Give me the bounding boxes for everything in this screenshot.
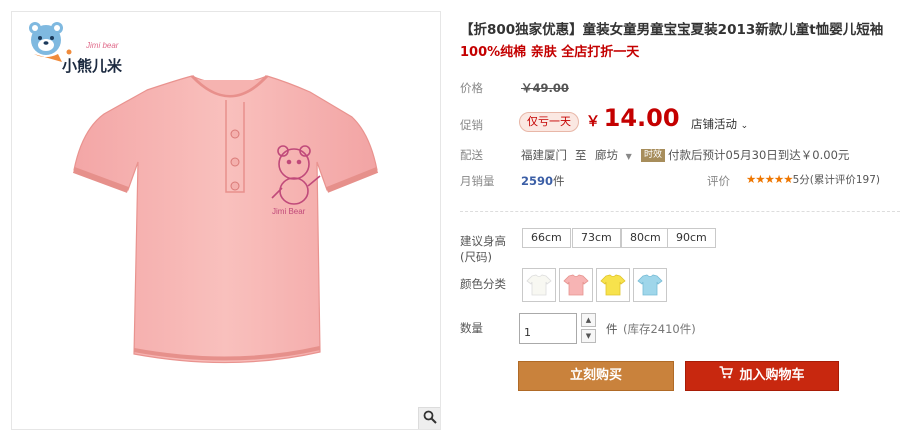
color-swatch-pink[interactable] (559, 268, 593, 302)
arrow-down-icon: ▼ (585, 332, 592, 340)
quantity-label: 数量 (460, 321, 483, 335)
zoom-button[interactable] (418, 407, 440, 429)
currency-symbol: ￥ (586, 114, 600, 130)
svg-text:Jimi Bear: Jimi Bear (272, 207, 306, 216)
buy-now-button[interactable]: 立刻购买 (518, 361, 674, 391)
sales-unit: 件 (553, 174, 565, 188)
quantity-unit: 件 (606, 322, 618, 336)
size-label: 建议身高(尺码) (460, 234, 506, 264)
product-subtitle: 100%纯棉 亲肤 全店打折一天 (460, 45, 640, 60)
add-to-cart-label: 加入购物车 (739, 368, 805, 383)
delivery-estimate: 时效 付款后预计05月30日到达￥0.00元 (641, 147, 849, 163)
review-summary[interactable]: ★★★★★5分(累计评价197) (746, 172, 880, 187)
color-swatch-white[interactable] (522, 268, 556, 302)
quantity-increase-button[interactable]: ▲ (581, 313, 596, 327)
cart-icon (719, 362, 734, 390)
shipping-origin: 福建厦门 (521, 148, 567, 162)
review-label: 评价 (707, 174, 730, 188)
sales-count: 2590 (521, 174, 554, 188)
shipping-destination-select[interactable]: 廊坊 ▼ (595, 147, 632, 163)
price-label: 价格 (460, 81, 483, 95)
product-image-panel[interactable]: Jimi bear 小熊儿米 Jimi Bear (11, 11, 441, 430)
quantity-input[interactable] (519, 313, 577, 344)
color-swatch-yellow[interactable] (596, 268, 630, 302)
color-label: 颜色分类 (460, 277, 506, 291)
monthly-sales-label: 月销量 (460, 174, 495, 188)
promo-tag: 仅亏一天 (519, 112, 579, 132)
divider (460, 211, 900, 212)
add-to-cart-button[interactable]: 加入购物车 (685, 361, 839, 391)
chevron-down-icon: ⌄ (740, 121, 749, 131)
rating-stars: ★★★★★ (746, 172, 794, 186)
promo-label: 促销 (460, 118, 483, 132)
product-info-panel: 【折800独家优惠】童装女童男童宝宝夏装2013新款儿童t恤婴儿短袖 100%纯… (455, 0, 900, 430)
shipping-to-word: 至 (575, 148, 587, 162)
review-text: 5分(累计评价197) (792, 174, 880, 186)
shipping-label: 配送 (460, 148, 483, 162)
size-option-90cm[interactable]: 90cm (667, 228, 716, 248)
store-activity-label: 店铺活动 (691, 117, 737, 131)
magnifier-icon (423, 410, 437, 427)
timing-badge: 时效 (641, 149, 666, 162)
monthly-sales: 2590件 (521, 173, 565, 189)
arrow-up-icon: ▲ (585, 316, 592, 324)
quantity-decrease-button[interactable]: ▼ (581, 329, 596, 343)
product-title: 【折800独家优惠】童装女童男童宝宝夏装2013新款儿童t恤婴儿短袖 (460, 22, 884, 38)
color-swatch-blue[interactable] (633, 268, 667, 302)
promo-price-group: ￥ 14.00 (586, 104, 680, 132)
shipping-destination: 廊坊 (595, 148, 618, 162)
stock-info: (库存2410件) (623, 322, 696, 336)
promo-price: 14.00 (603, 104, 680, 132)
store-activity-dropdown[interactable]: 店铺活动 ⌄ (691, 116, 748, 132)
size-option-73cm[interactable]: 73cm (572, 228, 621, 248)
size-option-80cm[interactable]: 80cm (621, 228, 670, 248)
caret-down-icon: ▼ (625, 152, 632, 161)
delivery-text: 付款后预计05月30日到达￥0.00元 (668, 148, 850, 162)
logo-tagline: Jimi bear (85, 41, 119, 50)
original-price: ￥49.00 (521, 81, 569, 95)
size-option-66cm[interactable]: 66cm (522, 228, 571, 248)
product-image-pink-tshirt: Jimi Bear (72, 74, 379, 364)
